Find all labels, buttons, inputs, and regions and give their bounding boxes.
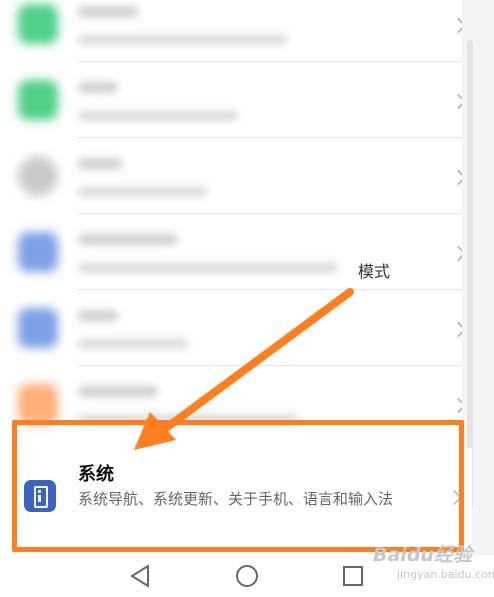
blurred-app-icon <box>18 384 58 424</box>
settings-row-blurred[interactable] <box>0 62 478 138</box>
blurred-app-icon <box>18 308 58 348</box>
blurred-title <box>78 310 118 321</box>
watermark-main: Baidu经验 <box>373 544 472 566</box>
blurred-subtitle <box>78 338 188 349</box>
settings-row-blurred[interactable] <box>0 290 478 366</box>
blurred-app-icon <box>18 156 58 196</box>
settings-row-blurred[interactable] <box>0 0 478 62</box>
circle-home-icon[interactable] <box>232 561 262 591</box>
baidu-watermark: Baidu经验 jingyan.baidu.com <box>373 540 494 590</box>
scrollbar-thumb[interactable] <box>467 40 473 510</box>
settings-row-blurred[interactable] <box>0 138 478 214</box>
blurred-title <box>78 386 158 397</box>
settings-row-blurred[interactable] <box>0 214 478 290</box>
blurred-app-icon <box>18 232 58 272</box>
triangle-back-icon[interactable] <box>126 561 156 591</box>
blurred-title <box>78 234 178 245</box>
blurred-app-icon <box>18 80 58 120</box>
blurred-subtitle <box>78 186 208 197</box>
blurred-title <box>78 82 118 93</box>
blurred-title <box>78 6 138 17</box>
blurred-subtitle <box>78 110 238 121</box>
blurred-title <box>78 158 122 169</box>
annotation-highlight-box <box>12 420 464 552</box>
blurred-app-icon <box>18 4 58 44</box>
watermark-sub: jingyan.baidu.com <box>397 568 494 581</box>
square-recent-icon[interactable] <box>338 561 368 591</box>
partial-mode-label: 模式 <box>358 262 391 281</box>
blurred-subtitle <box>78 262 338 273</box>
blurred-subtitle <box>78 34 288 45</box>
